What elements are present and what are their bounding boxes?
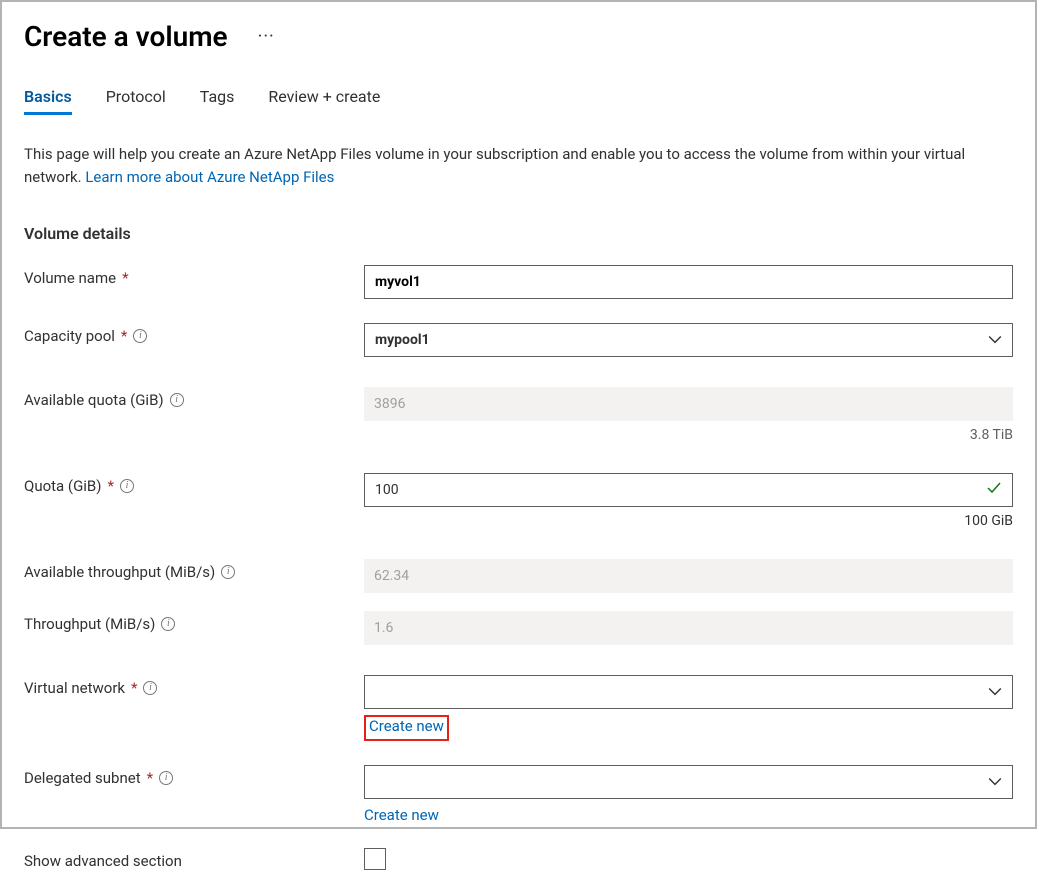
info-icon[interactable]: i — [143, 681, 157, 695]
info-icon[interactable]: i — [133, 329, 147, 343]
tab-basics[interactable]: Basics — [24, 87, 72, 115]
check-icon — [986, 480, 1002, 500]
required-icon: * — [122, 269, 128, 287]
capacity-pool-value: mypool1 — [375, 332, 430, 348]
tabs: Basics Protocol Tags Review + create — [24, 87, 1013, 115]
chevron-down-icon — [988, 685, 1002, 699]
intro-text: This page will help you create an Azure … — [24, 143, 1013, 188]
section-title: Volume details — [24, 224, 1013, 243]
info-icon[interactable]: i — [170, 393, 184, 407]
subnet-create-new-link[interactable]: Create new — [364, 806, 439, 824]
capacity-pool-label: Capacity pool — [24, 327, 115, 345]
info-icon[interactable]: i — [161, 617, 175, 631]
volume-name-input[interactable] — [364, 265, 1013, 299]
info-icon[interactable]: i — [120, 479, 134, 493]
available-throughput-readonly: 62.34 — [364, 559, 1013, 593]
required-icon: * — [121, 327, 127, 345]
available-throughput-label: Available throughput (MiB/s) — [24, 563, 215, 581]
quota-input[interactable]: 100 — [364, 473, 1013, 507]
virtual-network-select[interactable] — [364, 675, 1013, 709]
chevron-down-icon — [988, 333, 1002, 347]
capacity-pool-select[interactable]: mypool1 — [364, 323, 1013, 357]
throughput-label: Throughput (MiB/s) — [24, 615, 155, 633]
volume-name-label: Volume name — [24, 269, 116, 287]
delegated-subnet-label: Delegated subnet — [24, 769, 141, 787]
more-icon[interactable]: ··· — [258, 26, 275, 47]
tab-review-create[interactable]: Review + create — [268, 87, 380, 115]
tab-tags[interactable]: Tags — [200, 87, 235, 115]
show-advanced-checkbox[interactable] — [364, 848, 386, 870]
quota-sub: 100 GiB — [364, 513, 1013, 529]
available-quota-sub: 3.8 TiB — [364, 427, 1013, 443]
required-icon: * — [108, 477, 114, 495]
subnet-create-new-wrap: Create new — [364, 805, 1013, 824]
vnet-create-new-link[interactable]: Create new — [364, 715, 449, 741]
available-quota-label: Available quota (GiB) — [24, 391, 164, 409]
quota-label: Quota (GiB) — [24, 477, 102, 495]
virtual-network-label: Virtual network — [24, 679, 125, 697]
required-icon: * — [147, 769, 153, 787]
delegated-subnet-select[interactable] — [364, 765, 1013, 799]
info-icon[interactable]: i — [221, 565, 235, 579]
show-advanced-label: Show advanced section — [24, 852, 182, 870]
page-title: Create a volume — [24, 20, 228, 53]
quota-value: 100 — [375, 482, 399, 498]
learn-more-link[interactable]: Learn more about Azure NetApp Files — [85, 168, 334, 186]
info-icon[interactable]: i — [159, 771, 173, 785]
throughput-readonly: 1.6 — [364, 611, 1013, 645]
chevron-down-icon — [988, 775, 1002, 789]
required-icon: * — [131, 679, 137, 697]
vnet-create-new-wrap: Create new — [364, 715, 1013, 741]
available-quota-readonly: 3896 — [364, 387, 1013, 421]
tab-protocol[interactable]: Protocol — [106, 87, 166, 115]
